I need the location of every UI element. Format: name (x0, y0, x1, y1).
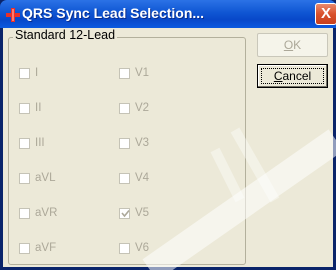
checkbox-box (19, 173, 30, 184)
cancel-button[interactable]: Cancel (257, 64, 328, 88)
checkbox-box (19, 103, 30, 114)
title-bar[interactable]: QRS Sync Lead Selection... X (0, 0, 336, 28)
heart-lead-icon (6, 8, 20, 22)
checkbox-label: aVL (35, 172, 56, 184)
lead-checkbox-v3[interactable]: V3 (119, 136, 199, 152)
dialog-body: Standard 12-Lead I II III aVL aVR aVF V1… (3, 28, 333, 267)
dialog-window: QRS Sync Lead Selection... X Standard 12… (0, 0, 336, 270)
checkmark-icon (121, 209, 130, 218)
checkbox-label: II (35, 102, 42, 114)
checkbox-box (19, 243, 30, 254)
lead-checkbox-v5[interactable]: V5 (119, 206, 199, 222)
lead-checkbox-v4[interactable]: V4 (119, 171, 199, 187)
checkbox-label: III (35, 137, 45, 149)
lead-checkbox-avl[interactable]: aVL (19, 171, 99, 187)
standard-12-lead-group: Standard 12-Lead I II III aVL aVR aVF V1… (8, 28, 246, 265)
lead-checkbox-v6[interactable]: V6 (119, 241, 199, 257)
group-label: Standard 12-Lead (13, 28, 118, 42)
close-icon: X (320, 5, 331, 22)
checkbox-label: V5 (135, 207, 150, 219)
checkbox-box (119, 208, 130, 219)
checkbox-label: aVR (35, 207, 58, 219)
window-title: QRS Sync Lead Selection... (22, 5, 205, 21)
lead-checkbox-v2[interactable]: V2 (119, 101, 199, 117)
checkbox-box (19, 68, 30, 79)
checkbox-box (19, 138, 30, 149)
lead-checkbox-avr[interactable]: aVR (19, 206, 99, 222)
checkbox-box (119, 138, 130, 149)
ok-label-rest: K (293, 38, 302, 52)
checkbox-box (119, 68, 130, 79)
checkbox-box (19, 208, 30, 219)
checkbox-label: V1 (135, 67, 150, 79)
ok-button[interactable]: OK (257, 33, 328, 57)
checkbox-label: V2 (135, 102, 150, 114)
ok-accelerator: O (283, 38, 294, 52)
cancel-label-rest: ancel (282, 69, 312, 83)
lead-checkbox-v1[interactable]: V1 (119, 66, 199, 82)
checkbox-label: V6 (135, 242, 150, 254)
checkbox-label: aVF (35, 242, 57, 254)
checkbox-box (119, 173, 130, 184)
lead-checkbox-ii[interactable]: II (19, 101, 99, 117)
lead-checkbox-iii[interactable]: III (19, 136, 99, 152)
checkbox-label: V4 (135, 172, 150, 184)
checkbox-label: V3 (135, 137, 150, 149)
checkbox-label: I (35, 67, 39, 79)
checkbox-box (119, 103, 130, 114)
lead-checkbox-avf[interactable]: aVF (19, 241, 99, 257)
lead-checkbox-i[interactable]: I (19, 66, 99, 82)
close-button[interactable]: X (315, 3, 336, 25)
checkbox-box (119, 243, 130, 254)
